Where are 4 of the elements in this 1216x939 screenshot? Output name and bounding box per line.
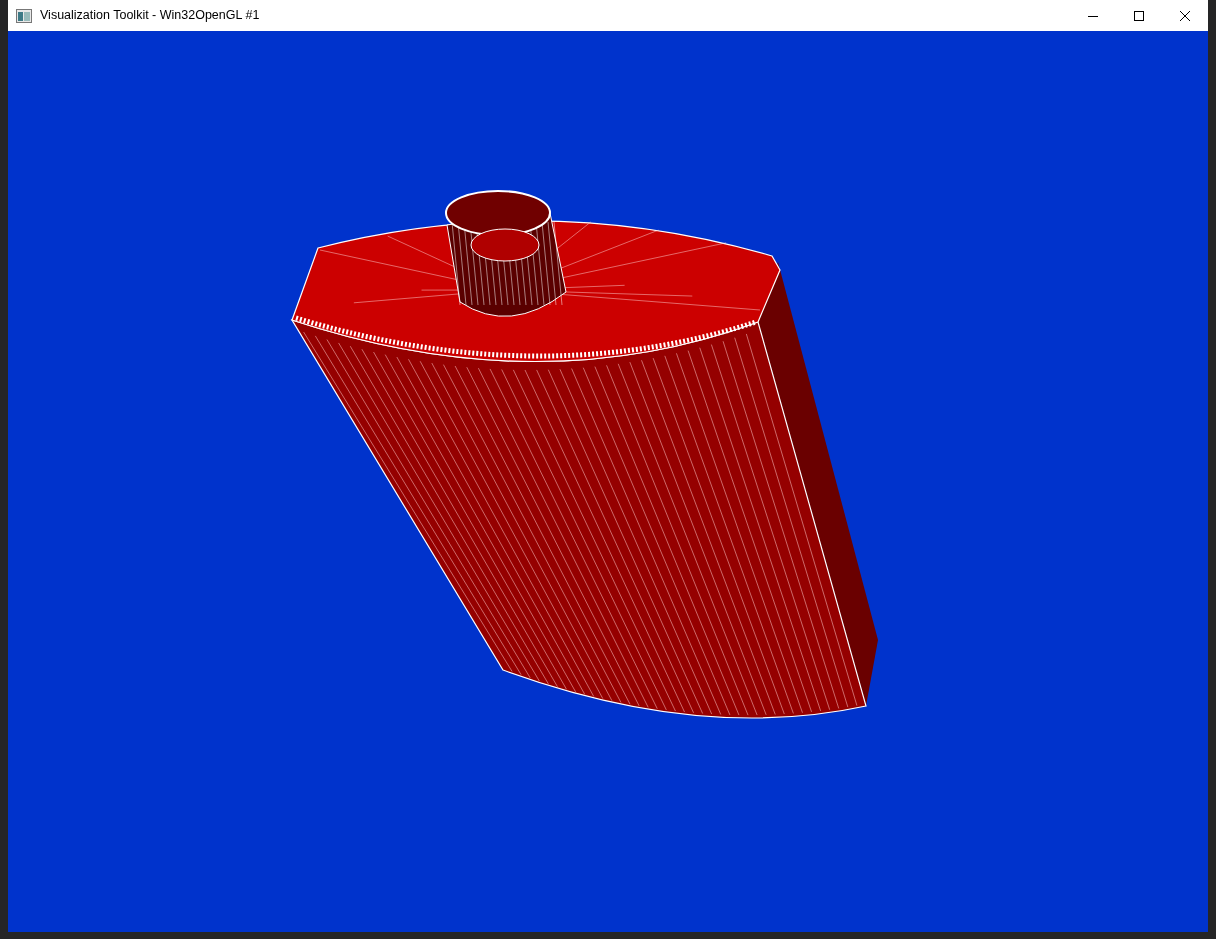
- app-icon: [16, 8, 32, 23]
- window-title: Visualization Toolkit - Win32OpenGL #1: [40, 7, 260, 25]
- close-icon: [1180, 10, 1190, 21]
- maximize-icon: [1134, 10, 1144, 21]
